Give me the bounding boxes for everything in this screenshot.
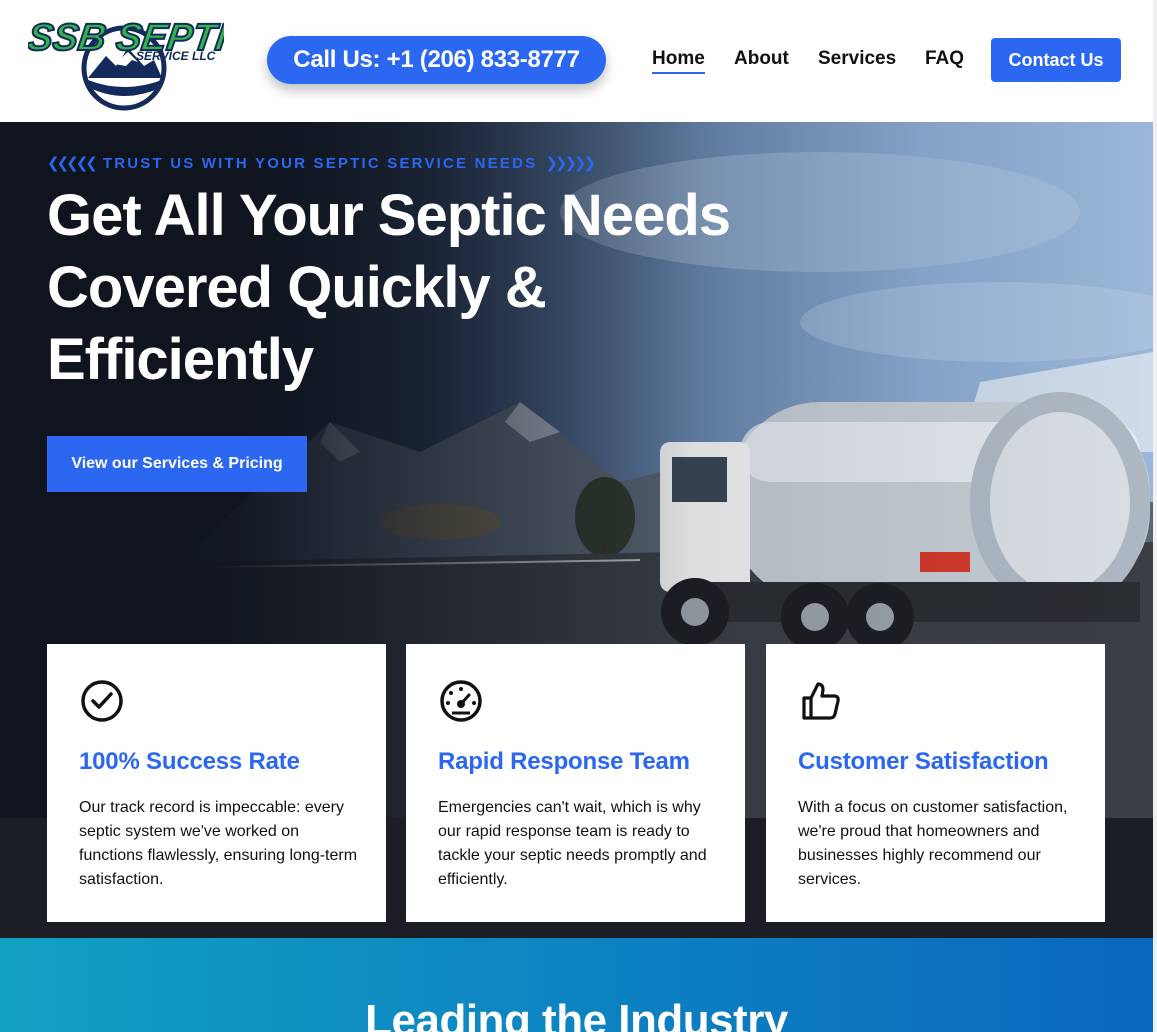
gauge-icon [438,678,484,724]
nav-faq[interactable]: FAQ [925,46,964,72]
call-us-button[interactable]: Call Us: +1 (206) 833-8777 [267,36,606,84]
thumbs-up-icon [798,678,844,724]
nav-services[interactable]: Services [818,46,896,72]
feature-card-response: Rapid Response Team Emergencies can't wa… [406,644,745,922]
feature-card-satisfaction: Customer Satisfaction With a focus on cu… [766,644,1105,922]
scrollbar-edge [1153,0,1157,1032]
svg-text:SERVICE LLC: SERVICE LLC [136,49,216,63]
feature-text: Our track record is impeccable: every se… [79,799,358,888]
site-header: SSB SEPTIC SERVICE LLC Call Us: +1 (206)… [0,0,1153,122]
chevrons-right-icon: ❯❯❯❯❯ [545,155,596,172]
industry-section: Leading the Industry [0,938,1153,1032]
check-circle-icon [79,678,125,724]
hero-title-line: Efficiently [47,327,314,392]
view-services-button[interactable]: View our Services & Pricing [47,436,307,492]
feature-text: Emergencies can't wait, which is why our… [438,799,707,888]
nav-home[interactable]: Home [652,46,705,74]
feature-text: With a focus on customer satisfaction, w… [798,799,1068,888]
company-logo[interactable]: SSB SEPTIC SERVICE LLC [24,8,259,112]
chevrons-left-icon: ❮❮❮❮❮ [47,155,98,172]
section-heading: Leading the Industry [365,996,788,1032]
feature-title: Rapid Response Team [438,748,690,775]
feature-title: 100% Success Rate [79,748,300,775]
feature-title: Customer Satisfaction [798,748,1049,775]
hero-title: Get All Your Septic Needs Covered Quickl… [47,180,807,396]
eyebrow-text: TRUST US WITH YOUR SEPTIC SERVICE NEEDS [102,154,538,172]
nav-about[interactable]: About [734,46,789,72]
hero-eyebrow: ❮❮❮❮❮ TRUST US WITH YOUR SEPTIC SERVICE … [47,154,596,173]
hero-title-line: Covered Quickly & [47,255,547,320]
hero-title-line: Get All Your Septic Needs [47,183,731,248]
contact-us-button[interactable]: Contact Us [991,38,1121,82]
feature-card-success: 100% Success Rate Our track record is im… [47,644,386,922]
